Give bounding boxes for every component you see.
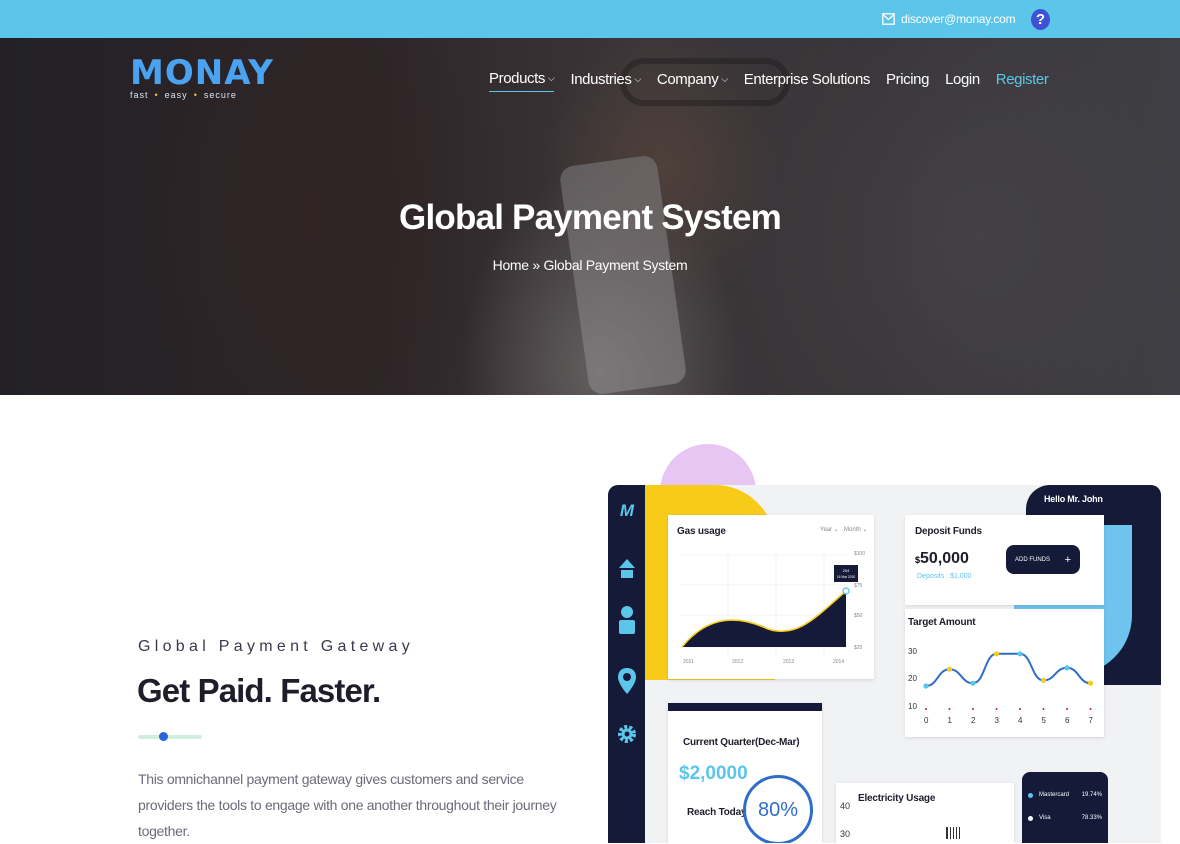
location-pin-icon	[618, 668, 636, 694]
axis-dot	[995, 708, 998, 710]
home-icon	[619, 559, 635, 578]
gas-usage-card: Gas usage Year ⌄ Month ⌄ 254 16 Mar 2020…	[668, 515, 874, 679]
dashboard-illustration: M Hello Mr. John Gas usage Year ⌄ Month …	[608, 485, 1161, 843]
axis-dot	[1066, 708, 1068, 710]
axis-dot	[1089, 708, 1092, 710]
dashboard-logo-icon: M	[619, 501, 635, 520]
breadcrumb: Home » Global Payment System	[0, 257, 1180, 273]
target-point	[1087, 680, 1094, 686]
legend-label: Visa	[1039, 815, 1051, 821]
deposits-label: Deposits : $1,000	[917, 573, 972, 580]
gas-y-tick: $50	[854, 613, 863, 619]
greeting: Hello Mr. John	[1044, 494, 1103, 504]
target-point	[1040, 677, 1047, 683]
hero-photo-phone	[558, 154, 688, 395]
logo-wordmark: MONAY	[130, 53, 274, 93]
card-share-panel: Mastercard 19.74% Visa 78.33%	[1022, 772, 1108, 843]
target-x-tick: 6	[1065, 716, 1070, 725]
contact-email[interactable]: discover@monay.com	[882, 12, 1016, 26]
electricity-y-tick: 40	[840, 801, 851, 811]
target-amount-chart: 30 20 10 0 1 2 3 4 5 6 7	[908, 647, 1094, 725]
target-x-tick: 3	[995, 716, 1000, 725]
legend-value: 19.74%	[1081, 792, 1102, 798]
page-title: Global Payment System	[399, 198, 782, 237]
chevron-down-icon: ⌵	[634, 73, 641, 84]
progress-ring: 80%	[743, 775, 813, 843]
chevron-down-icon: ⌵	[548, 73, 555, 83]
section-divider	[138, 732, 202, 741]
nav-products[interactable]: Products ⌵	[489, 70, 555, 92]
user-icon	[619, 606, 635, 634]
target-x-tick: 5	[1042, 716, 1047, 725]
section-eyebrow: Global Payment Gateway	[138, 638, 415, 655]
section-description: This omnichannel payment gateway gives c…	[138, 771, 557, 839]
tooltip-value: 254	[843, 568, 850, 573]
main-nav: Products ⌵ Industries ⌵ Company ⌵ Enterpris…	[489, 70, 1064, 92]
deposit-title: Deposit Funds	[915, 526, 982, 537]
axis-dot	[972, 708, 974, 710]
nav-enterprise-solutions[interactable]: Enterprise Solutions	[744, 70, 871, 92]
help-icon[interactable]: ?	[1031, 9, 1050, 30]
target-y-tick: 10	[908, 702, 917, 711]
deposit-amount: $50,000	[915, 550, 969, 567]
gas-usage-chart: 254 16 Mar 2020 $100 $75 $50 $25 2011 20…	[680, 551, 865, 665]
breadcrumb-separator: »	[528, 257, 544, 273]
reach-today-label: Reach Today	[687, 807, 747, 818]
breadcrumb-current: Global Payment System	[543, 257, 688, 273]
target-point	[993, 651, 1000, 657]
monay-logo[interactable]: MONAY fast • easy • secure	[130, 56, 274, 100]
electricity-usage-card: Electricity Usage 40 30	[836, 783, 1014, 843]
legend-label: Mastercard	[1039, 792, 1070, 798]
target-point	[1017, 651, 1023, 657]
nav-pricing[interactable]: Pricing	[886, 70, 929, 92]
gas-x-tick: 2012	[732, 659, 743, 665]
nav-login[interactable]: Login	[945, 70, 980, 92]
target-point	[1064, 665, 1070, 671]
breadcrumb-home[interactable]: Home	[493, 257, 529, 273]
current-quarter-card: Current Quarter(Dec-Mar) $2,0000 Reach T…	[668, 703, 822, 843]
legend-value: 78.33%	[1081, 815, 1102, 821]
gas-y-tick: $100	[854, 551, 865, 557]
top-bar: discover@monay.com ?	[0, 0, 1180, 38]
axis-dot	[925, 708, 927, 710]
target-amount-card: Target Amount 30 20 10 01234567	[905, 609, 1104, 737]
gas-x-tick: 2014	[833, 659, 844, 665]
quarter-title: Current Quarter(Dec-Mar)	[683, 737, 800, 748]
mail-icon	[882, 13, 895, 25]
electricity-y-tick: 30	[840, 829, 851, 839]
target-x-tick: 2	[971, 716, 976, 725]
section-title: Get Paid. Faster.	[137, 672, 381, 709]
target-point	[946, 666, 953, 672]
target-y-tick: 20	[908, 674, 917, 683]
gas-x-tick: 2011	[683, 659, 694, 665]
electricity-title: Electricity Usage	[858, 793, 936, 804]
axis-dot	[1019, 708, 1021, 710]
target-point	[970, 680, 976, 686]
nav-industries[interactable]: Industries ⌵	[570, 70, 641, 92]
chevron-down-icon: ⌵	[721, 73, 728, 84]
tooltip-date: 16 Mar 2020	[837, 575, 856, 579]
target-x-tick: 0	[924, 716, 929, 725]
deposit-funds-card: Deposit Funds $50,000 Deposits : $1,000 …	[905, 515, 1104, 605]
target-point	[923, 683, 929, 689]
nav-company[interactable]: Company ⌵	[657, 70, 728, 92]
quarter-amount: $2,0000	[679, 763, 748, 784]
gas-y-tick: $75	[854, 583, 863, 589]
add-funds-button[interactable]: ADD FUNDS +	[1006, 545, 1080, 574]
nav-register[interactable]: Register	[996, 70, 1049, 92]
gas-y-tick: $25	[854, 645, 863, 651]
axis-dot	[1042, 708, 1045, 710]
target-y-tick: 30	[908, 647, 917, 656]
axis-dot	[948, 708, 951, 710]
target-x-tick: 7	[1089, 716, 1094, 725]
target-x-tick: 4	[1018, 716, 1023, 725]
dashboard-sidebar: M	[608, 485, 645, 843]
gear-icon	[618, 725, 636, 743]
email-text: discover@monay.com	[901, 12, 1016, 26]
target-x-tick: 1	[948, 716, 953, 725]
gas-x-tick: 2013	[783, 659, 794, 665]
